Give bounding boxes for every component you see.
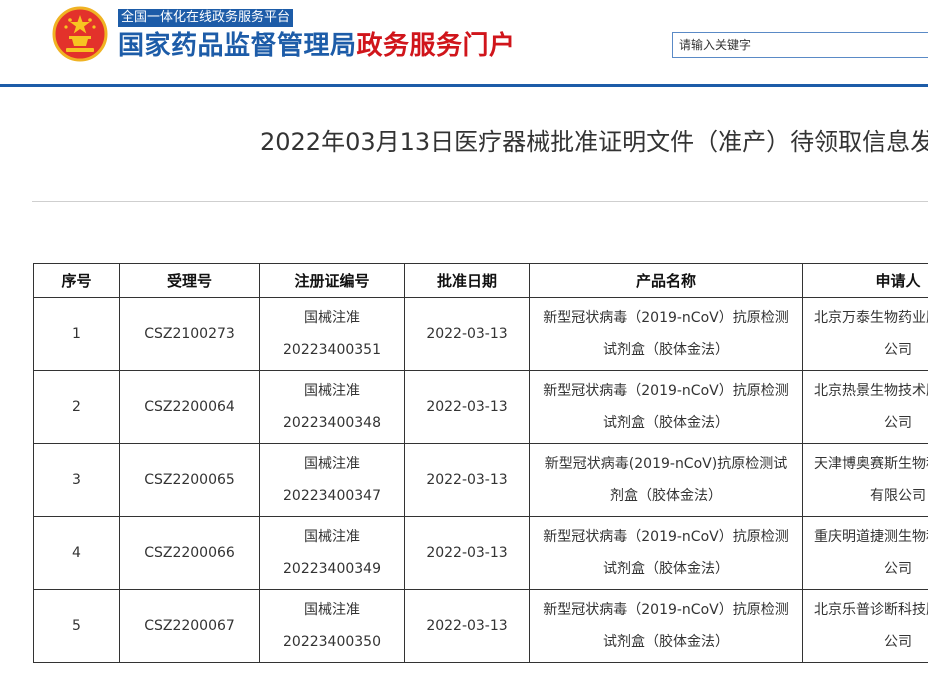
- applicant-line-2: 有限公司: [870, 488, 926, 504]
- cell-accept-no: CSZ2200065: [119, 443, 260, 517]
- national-emblem-icon: [52, 6, 108, 62]
- col-header-product: 产品名称: [529, 263, 803, 298]
- cell-applicant: 北京乐普诊断科技股份有限公司: [802, 589, 928, 663]
- applicant-line-1: 重庆明道捷测生物科技有限: [814, 529, 928, 545]
- cell-reg-no: 国械注准 20223400347: [259, 443, 405, 517]
- cell-date: 2022-03-13: [404, 589, 530, 663]
- cell-no: 4: [33, 516, 120, 590]
- table-header-row: 序号 受理号 注册证编号 批准日期 产品名称 申请人: [33, 263, 928, 298]
- cell-date: 2022-03-13: [404, 516, 530, 590]
- cell-date: 2022-03-13: [404, 297, 530, 371]
- site-header: 全国一体化在线政务服务平台 国家药品监督管理局政务服务门户: [0, 0, 928, 87]
- applicant-line-1: 北京热景生物技术股份有限: [814, 383, 928, 399]
- reg-prefix: 国械注准: [304, 310, 360, 326]
- title-divider: [32, 201, 928, 202]
- cell-no: 2: [33, 370, 120, 444]
- header-divider: [0, 84, 928, 87]
- reg-prefix: 国械注准: [304, 456, 360, 472]
- cell-reg-no: 国械注准 20223400348: [259, 370, 405, 444]
- applicant-line-1: 天津博奥赛斯生物科技股份: [814, 456, 928, 472]
- reg-number: 20223400350: [283, 634, 381, 650]
- cell-reg-no: 国械注准 20223400350: [259, 589, 405, 663]
- site-title-agency: 国家药品监督管理局: [118, 31, 357, 61]
- cell-product: 新型冠状病毒（2019-nCoV）抗原检测试剂盒（胶体金法）: [529, 589, 803, 663]
- cell-applicant: 北京万泰生物药业股份有限公司: [802, 297, 928, 371]
- table-row: 2 CSZ2200064 国械注准 20223400348 2022-03-13 …: [33, 370, 928, 444]
- cell-applicant: 北京热景生物技术股份有限公司: [802, 370, 928, 444]
- applicant-line-2: 公司: [884, 561, 912, 577]
- applicant-line-2: 公司: [884, 634, 912, 650]
- cell-product: 新型冠状病毒（2019-nCoV）抗原检测试剂盒（胶体金法）: [529, 370, 803, 444]
- cell-reg-no: 国械注准 20223400349: [259, 516, 405, 590]
- reg-number: 20223400347: [283, 488, 381, 504]
- table-row: 5 CSZ2200067 国械注准 20223400350 2022-03-13 …: [33, 589, 928, 663]
- reg-number: 20223400349: [283, 561, 381, 577]
- site-title-portal: 政务服务门户: [356, 31, 516, 61]
- cell-date: 2022-03-13: [404, 370, 530, 444]
- cell-reg-no: 国械注准 20223400351: [259, 297, 405, 371]
- reg-number: 20223400351: [283, 342, 381, 358]
- cell-applicant: 重庆明道捷测生物科技有限公司: [802, 516, 928, 590]
- cell-no: 3: [33, 443, 120, 517]
- applicant-line-1: 北京乐普诊断科技股份有限: [814, 602, 928, 618]
- cell-product: 新型冠状病毒(2019-nCoV)抗原检测试剂盒（胶体金法）: [529, 443, 803, 517]
- search-input[interactable]: [673, 33, 928, 57]
- reg-prefix: 国械注准: [304, 383, 360, 399]
- cell-accept-no: CSZ2100273: [119, 297, 260, 371]
- cell-product: 新型冠状病毒（2019-nCoV）抗原检测试剂盒（胶体金法）: [529, 516, 803, 590]
- reg-prefix: 国械注准: [304, 529, 360, 545]
- platform-slogan: 全国一体化在线政务服务平台: [118, 9, 294, 27]
- col-header-reg-no: 注册证编号: [259, 263, 405, 298]
- table-row: 1 CSZ2100273 国械注准 20223400351 2022-03-13 …: [33, 297, 928, 371]
- reg-prefix: 国械注准: [304, 602, 360, 618]
- col-header-no: 序号: [33, 263, 120, 298]
- approval-table: 序号 受理号 注册证编号 批准日期 产品名称 申请人 1 CSZ2100273 …: [33, 263, 928, 663]
- viewport: 全国一体化在线政务服务平台 国家药品监督管理局政务服务门户 2022年03月13…: [0, 0, 928, 697]
- reg-number: 20223400348: [283, 415, 381, 431]
- cell-accept-no: CSZ2200066: [119, 516, 260, 590]
- table-row: 4 CSZ2200066 国械注准 20223400349 2022-03-13 …: [33, 516, 928, 590]
- col-header-applicant: 申请人: [802, 263, 928, 298]
- site-title[interactable]: 国家药品监督管理局政务服务门户: [118, 28, 516, 64]
- cell-date: 2022-03-13: [404, 443, 530, 517]
- cell-product: 新型冠状病毒（2019-nCoV）抗原检测试剂盒（胶体金法）: [529, 297, 803, 371]
- cell-no: 5: [33, 589, 120, 663]
- col-header-accept-no: 受理号: [119, 263, 260, 298]
- col-header-date: 批准日期: [404, 263, 530, 298]
- applicant-line-2: 公司: [884, 415, 912, 431]
- cell-applicant: 天津博奥赛斯生物科技股份有限公司: [802, 443, 928, 517]
- search-box: [672, 32, 928, 58]
- cell-accept-no: CSZ2200064: [119, 370, 260, 444]
- cell-accept-no: CSZ2200067: [119, 589, 260, 663]
- page-title: 2022年03月13日医疗器械批准证明文件（准产）待领取信息发布: [260, 128, 928, 156]
- applicant-line-1: 北京万泰生物药业股份有限: [814, 310, 928, 326]
- table-row: 3 CSZ2200065 国械注准 20223400347 2022-03-13 …: [33, 443, 928, 517]
- applicant-line-2: 公司: [884, 342, 912, 358]
- cell-no: 1: [33, 297, 120, 371]
